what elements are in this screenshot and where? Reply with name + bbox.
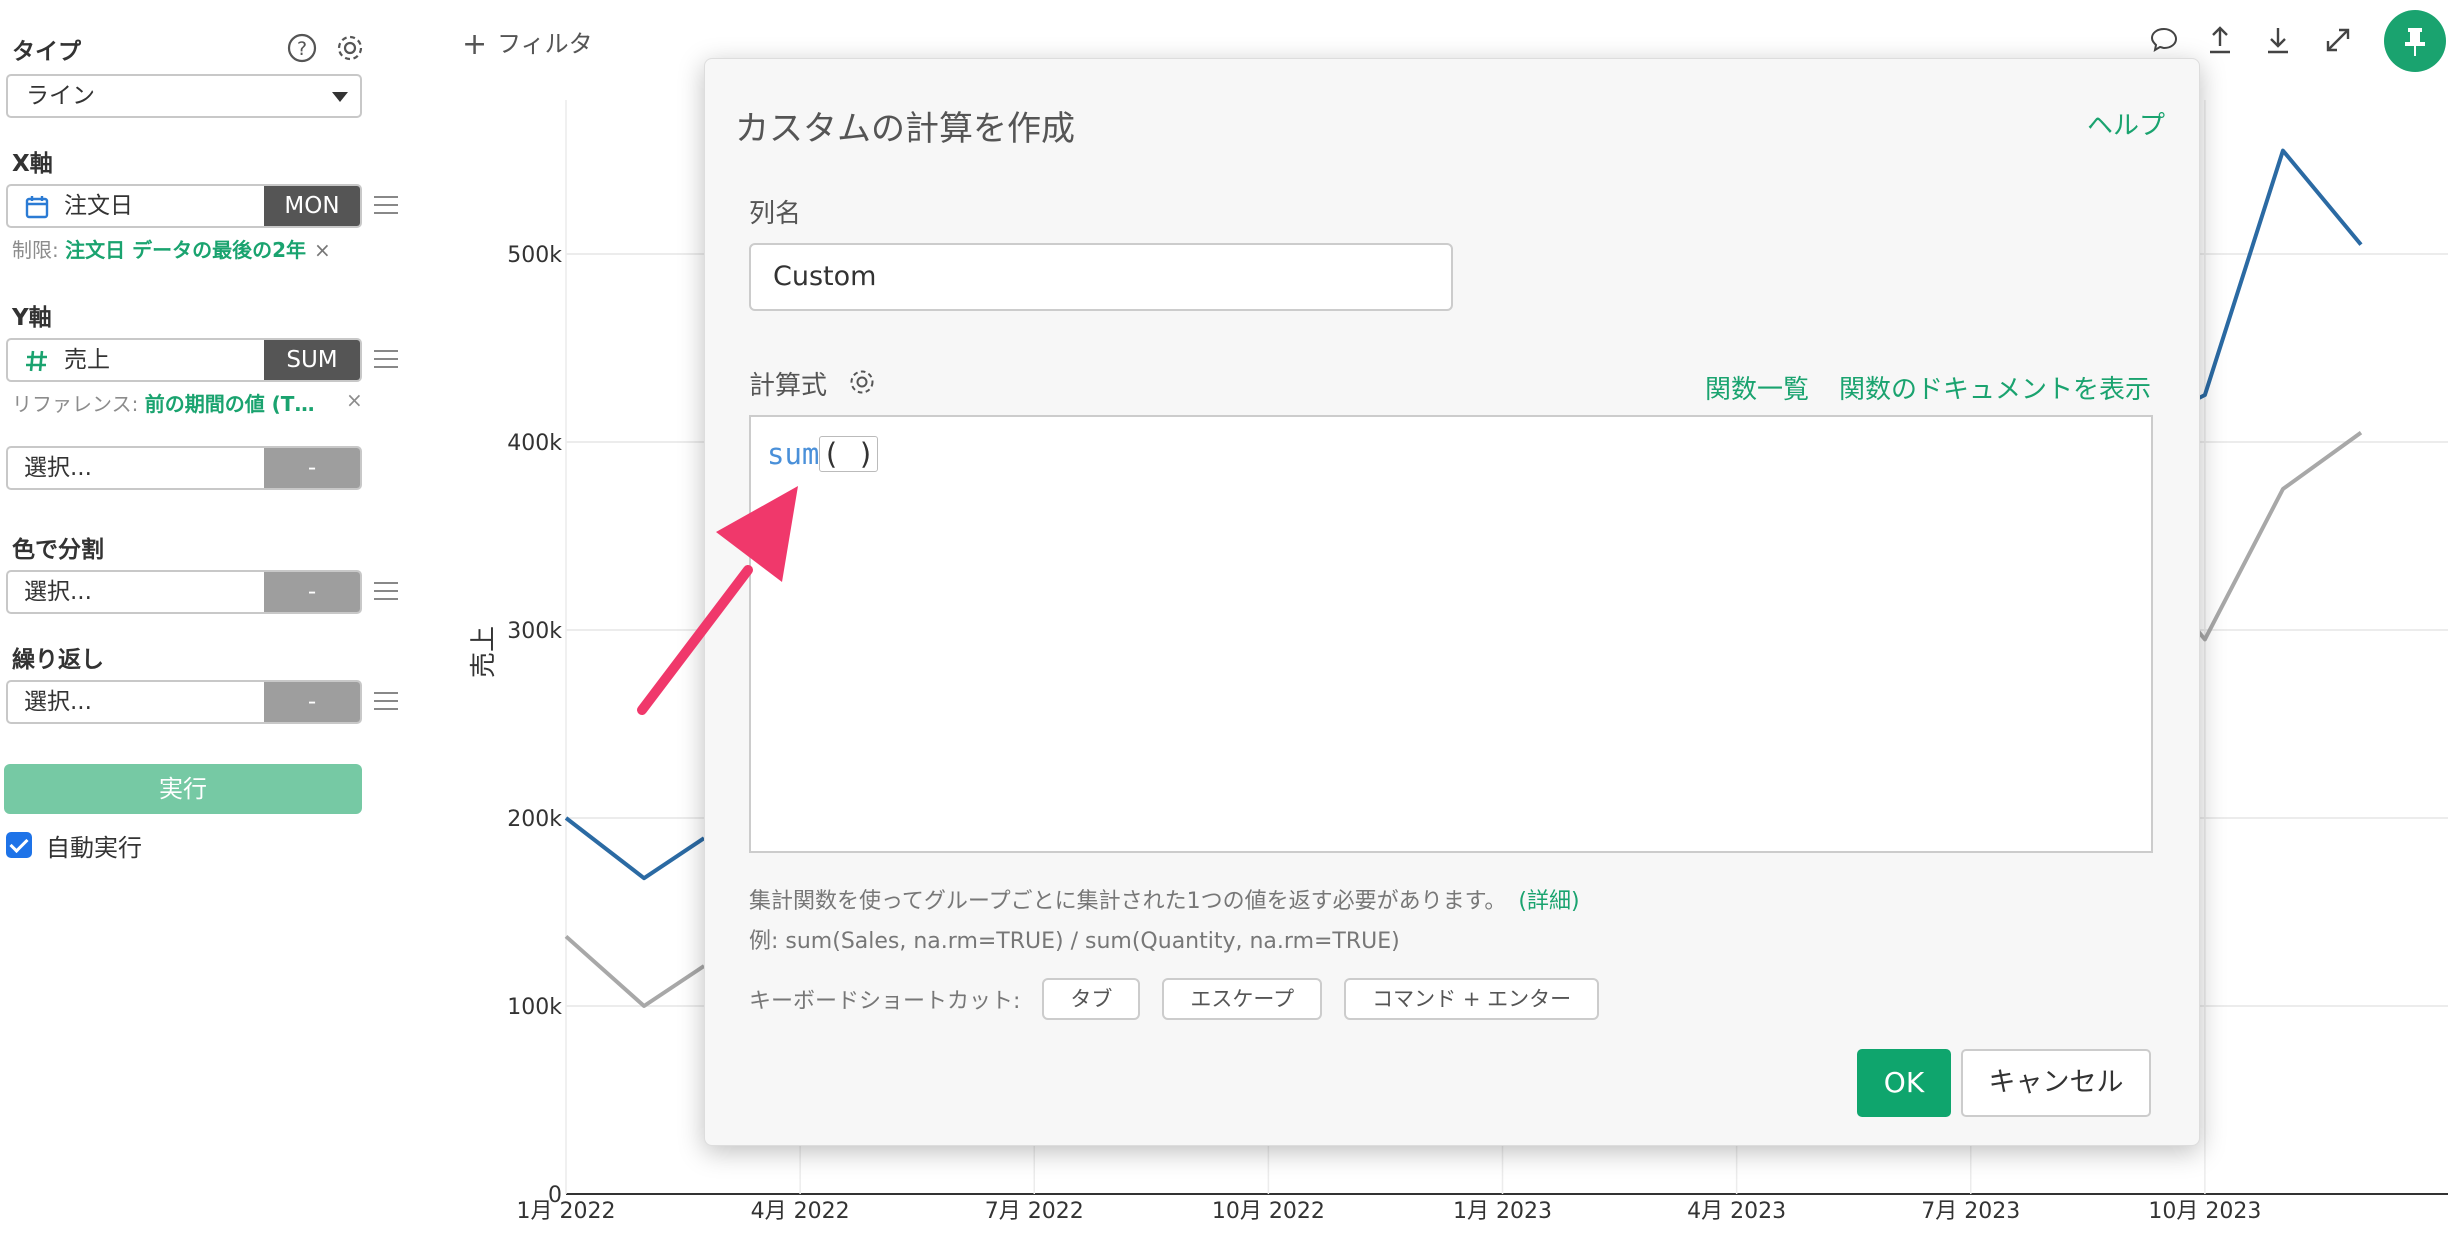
- custom-calculation-dialog: カスタムの計算を作成 ヘルプ 列名 Custom 計算式 関数一覧 関数のドキュメ…: [704, 58, 2200, 1146]
- help-icon[interactable]: ?: [286, 32, 318, 64]
- x-axis-label: X軸: [12, 151, 53, 177]
- reference-prefix: リファレンス:: [12, 392, 139, 416]
- column-name-label: 列名: [749, 199, 802, 229]
- expand-icon[interactable]: [2322, 24, 2354, 56]
- shortcut-command-enter[interactable]: コマンド + エンター: [1344, 978, 1600, 1020]
- formula-description: 集計関数を使ってグループごとに集計された1つの値を返す必要があります。 (詳細): [749, 883, 1580, 915]
- extra-y-aggregation[interactable]: -: [264, 448, 360, 488]
- y-axis-label: 売上: [469, 626, 499, 678]
- repeat-menu-icon[interactable]: [374, 692, 398, 712]
- y-axis-aggregation[interactable]: SUM: [264, 340, 360, 380]
- auto-run-label: 自動実行: [46, 833, 142, 862]
- auto-run-checkbox[interactable]: [6, 832, 32, 858]
- y-axis-ticks: 0100k200k300k400k500k: [507, 243, 562, 1208]
- formula-settings-icon[interactable]: [847, 367, 877, 397]
- help-link[interactable]: ヘルプ: [2087, 105, 2165, 142]
- chart-type-select[interactable]: ライン: [6, 74, 362, 118]
- y-axis-field[interactable]: 売上 SUM: [6, 338, 362, 382]
- repeat-placeholder: 選択...: [24, 689, 92, 715]
- y-tick-label: 200k: [507, 807, 562, 832]
- code-function: sum: [767, 437, 820, 471]
- y-tick-label: 500k: [507, 243, 562, 268]
- y-axis-label: Y軸: [12, 305, 52, 331]
- svg-text:?: ?: [297, 38, 307, 60]
- plus-icon: +: [462, 27, 488, 62]
- extra-y-placeholder: 選択...: [24, 455, 92, 481]
- ok-button[interactable]: OK: [1857, 1049, 1951, 1117]
- column-name-input[interactable]: Custom: [749, 243, 1453, 311]
- x-axis-field[interactable]: 注文日 MON: [6, 184, 362, 228]
- x-axis-ticks: 1月 2022 4月 2022 7月 2022 10月 2022 1月 2023 4月 2…: [517, 1199, 2262, 1224]
- chevron-down-icon: [332, 92, 348, 102]
- calendar-icon: [25, 196, 49, 219]
- auto-run-toggle[interactable]: 自動実行: [6, 830, 142, 862]
- cancel-button[interactable]: キャンセル: [1961, 1049, 2151, 1117]
- type-label: タイプ: [12, 39, 81, 65]
- x-tick-label: 7月 2023: [1921, 1199, 2020, 1224]
- repeat-label: 繰り返し: [12, 647, 104, 673]
- y-axis-reference: リファレンス: 前の期間の値 (T…: [12, 388, 314, 417]
- x-tick-label: 4月 2023: [1687, 1199, 1786, 1224]
- y-tick-label: 400k: [507, 431, 562, 456]
- limit-prefix: 制限:: [12, 238, 59, 262]
- y-axis-field-name: 売上: [64, 347, 110, 373]
- run-button[interactable]: 実行: [4, 764, 362, 814]
- limit-value[interactable]: 注文日 データの最後の2年: [65, 238, 306, 262]
- filter-label: フィルタ: [497, 30, 593, 58]
- pin-button[interactable]: [2384, 10, 2446, 72]
- gear-icon[interactable]: [334, 32, 366, 64]
- formula-example: 例: sum(Sales, na.rm=TRUE) / sum(Quantity…: [749, 929, 1400, 954]
- x-tick-label: 1月 2023: [1453, 1199, 1552, 1224]
- comment-icon[interactable]: [2148, 24, 2180, 56]
- color-split-label: 色で分割: [12, 537, 104, 563]
- description-text: 集計関数を使ってグループごとに集計された1つの値を返す必要があります。: [749, 889, 1507, 914]
- color-split-select[interactable]: 選択... -: [6, 570, 362, 614]
- code-parentheses: ( ): [819, 436, 878, 472]
- chart-type-value: ライン: [26, 83, 95, 109]
- function-docs-link[interactable]: 関数のドキュメントを表示: [1839, 375, 2151, 405]
- hash-icon: [26, 350, 47, 372]
- series-line-reference: [564, 934, 706, 1008]
- x-tick-label: 10月 2022: [1212, 1199, 1325, 1224]
- x-tick-label: 7月 2022: [985, 1199, 1084, 1224]
- x-axis-limit: 制限: 注文日 データの最後の2年 ×: [12, 234, 331, 263]
- chart-config-sidebar: タイプ ? ライン X軸 注文日 MON 制限: 注文日 データの最後の2年 × …: [0, 0, 420, 1252]
- shortcut-tab[interactable]: タブ: [1042, 978, 1141, 1020]
- x-axis-aggregation[interactable]: MON: [264, 186, 360, 226]
- x-tick-label: 4月 2022: [751, 1199, 850, 1224]
- color-split-aggregation[interactable]: -: [264, 572, 360, 612]
- close-icon[interactable]: ×: [314, 238, 331, 262]
- color-split-menu-icon[interactable]: [374, 582, 398, 602]
- dialog-title: カスタムの計算を作成: [735, 109, 1075, 149]
- pin-icon: [2405, 28, 2425, 56]
- y-tick-label: 300k: [507, 619, 562, 644]
- function-links: 関数一覧 関数のドキュメントを表示: [1675, 369, 2151, 406]
- add-filter-button[interactable]: + フィルタ: [462, 24, 593, 62]
- shortcut-escape[interactable]: エスケープ: [1162, 978, 1323, 1020]
- formula-label: 計算式: [749, 371, 828, 401]
- shortcut-label: キーボードショートカット:: [749, 989, 1021, 1014]
- function-list-link[interactable]: 関数一覧: [1705, 375, 1809, 405]
- y-axis-menu-icon[interactable]: [374, 350, 398, 370]
- repeat-select[interactable]: 選択... -: [6, 680, 362, 724]
- x-axis-field-name: 注文日: [64, 193, 133, 219]
- x-tick-label: 10月 2023: [2148, 1199, 2261, 1224]
- formula-code: sum( ): [767, 436, 878, 472]
- keyboard-shortcuts: キーボードショートカット: タブ エスケープ コマンド + エンター: [749, 977, 1600, 1021]
- x-tick-label: 1月 2022: [517, 1199, 616, 1224]
- download-icon[interactable]: [2262, 24, 2294, 56]
- extra-y-select[interactable]: 選択... -: [6, 446, 362, 490]
- reference-close-icon[interactable]: ×: [346, 388, 363, 412]
- details-link[interactable]: (詳細): [1518, 889, 1579, 914]
- formula-editor[interactable]: sum( ): [749, 415, 2153, 853]
- upload-icon[interactable]: [2204, 24, 2236, 56]
- x-axis-menu-icon[interactable]: [374, 196, 398, 216]
- series-line-current: [564, 816, 706, 881]
- y-tick-label: 100k: [507, 995, 562, 1020]
- repeat-aggregation[interactable]: -: [264, 682, 360, 722]
- reference-value[interactable]: 前の期間の値 (T…: [145, 392, 315, 416]
- color-split-placeholder: 選択...: [24, 579, 92, 605]
